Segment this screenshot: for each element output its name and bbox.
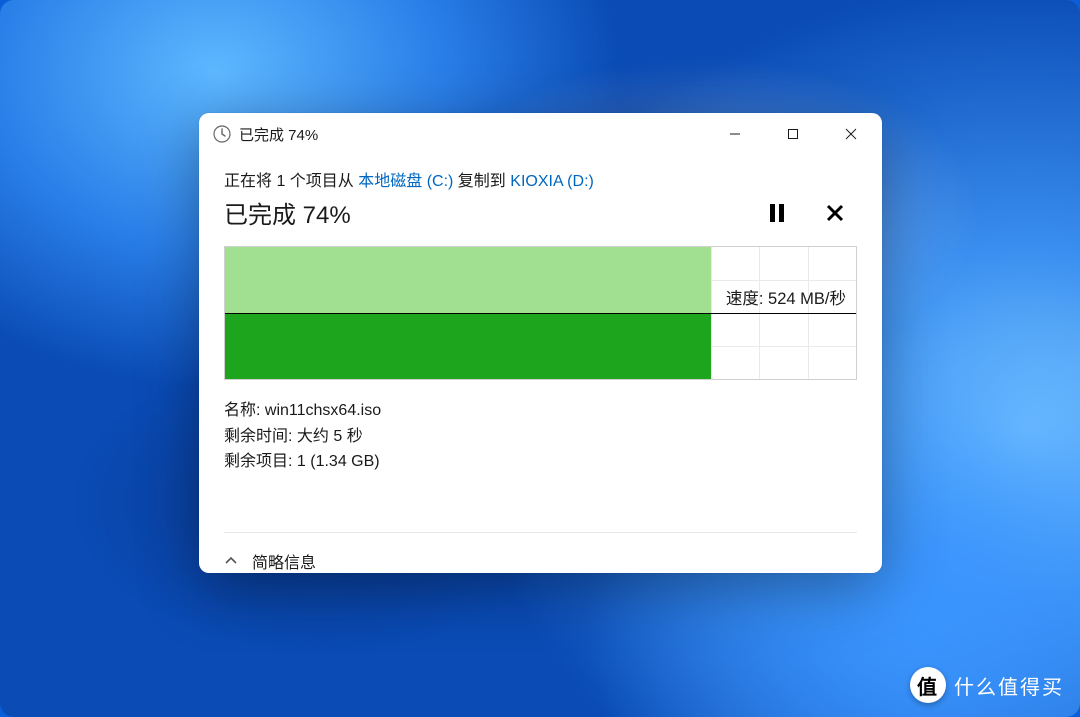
titlebar[interactable]: 已完成 74% xyxy=(199,113,882,155)
chart-midline xyxy=(225,313,856,314)
maximize-button[interactable] xyxy=(764,115,822,153)
progress-label: 已完成 74% xyxy=(224,195,351,230)
progress-row: 已完成 74% xyxy=(224,195,857,230)
transfer-details: 名称: win11chsx64.iso 剩余时间: 大约 5 秒 剩余项目: 1… xyxy=(224,398,857,475)
dest-link[interactable]: KIOXIA (D:) xyxy=(510,173,594,190)
cancel-button[interactable] xyxy=(821,199,849,227)
file-copy-dialog: 已完成 74% 正在将 1 个项目从 本地磁盘 (C:) 复制到 KIOXIA … xyxy=(199,113,882,573)
detail-time: 剩余时间: 大约 5 秒 xyxy=(224,424,857,450)
chart-fill-upper xyxy=(225,247,711,313)
detail-items: 剩余项目: 1 (1.34 GB) xyxy=(224,449,857,475)
chart-fill-lower xyxy=(225,313,711,379)
window-controls xyxy=(706,115,880,153)
details-toggle[interactable]: 简略信息 xyxy=(252,549,316,573)
copy-middle: 复制到 xyxy=(453,173,510,190)
chevron-up-icon[interactable] xyxy=(224,554,238,568)
copy-description: 正在将 1 个项目从 本地磁盘 (C:) 复制到 KIOXIA (D:) xyxy=(224,167,857,191)
minimize-button[interactable] xyxy=(706,115,764,153)
speed-chart: 速度: 524 MB/秒 xyxy=(224,246,857,380)
watermark-text: 什么值得买 xyxy=(954,671,1064,700)
window-title: 已完成 74% xyxy=(239,124,318,145)
pause-button[interactable] xyxy=(763,199,791,227)
clock-icon xyxy=(213,125,231,143)
copy-prefix: 正在将 1 个项目从 xyxy=(224,173,358,190)
footer: 简略信息 xyxy=(199,533,882,573)
watermark: 值 什么值得买 xyxy=(910,667,1064,703)
detail-name: 名称: win11chsx64.iso xyxy=(224,398,857,424)
close-button[interactable] xyxy=(822,115,880,153)
dialog-content: 正在将 1 个项目从 本地磁盘 (C:) 复制到 KIOXIA (D:) 已完成… xyxy=(199,155,882,506)
watermark-badge: 值 xyxy=(910,667,946,703)
source-link[interactable]: 本地磁盘 (C:) xyxy=(358,173,453,190)
speed-label: 速度: 524 MB/秒 xyxy=(726,285,846,309)
